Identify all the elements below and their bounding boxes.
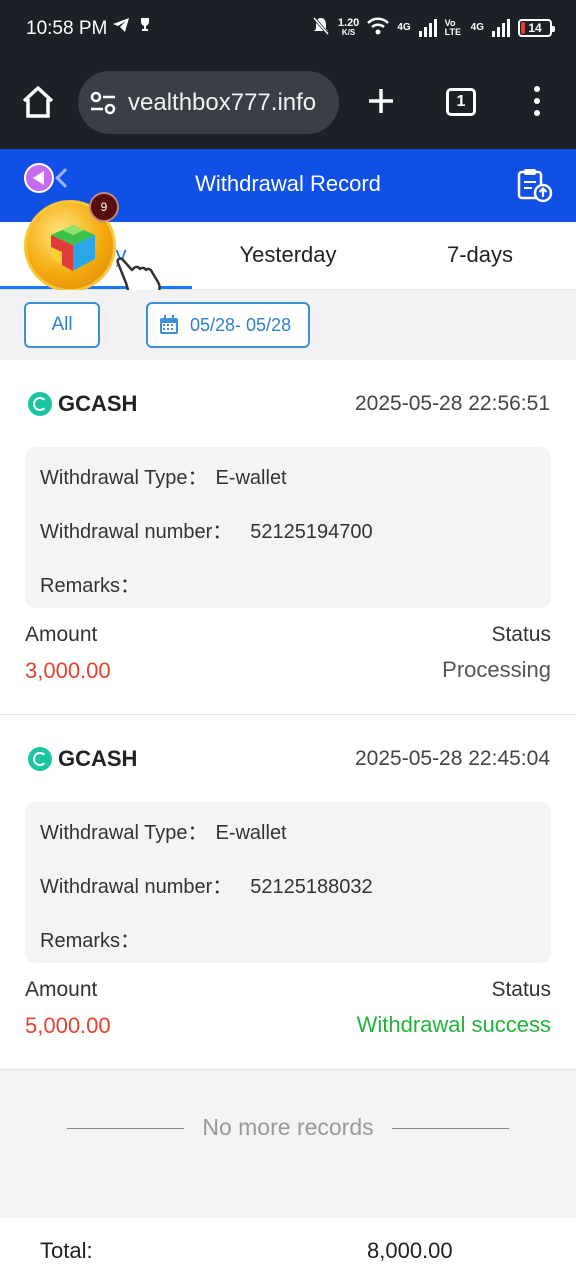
status-value: Processing	[442, 657, 551, 682]
status-label: Status	[491, 978, 551, 1001]
new-tab-button[interactable]	[366, 86, 396, 116]
gcash-icon	[28, 392, 52, 416]
total-bar: Total: 8,000.00	[0, 1218, 576, 1280]
status-bar: 10:58 PM 1.20 K/S 4G Vo LTE 4G 14	[0, 0, 576, 58]
telegram-icon	[112, 17, 130, 38]
url-text: vealthbox777.info	[128, 89, 317, 116]
home-icon	[22, 86, 54, 118]
payment-method: GCASH	[28, 391, 137, 417]
site-settings-icon[interactable]	[90, 91, 116, 115]
withdrawal-number: Withdrawal number： 52125188032	[40, 876, 373, 898]
end-of-list: No more records	[0, 1070, 576, 1218]
withdrawal-type: Withdrawal Type： E-wallet	[40, 467, 287, 489]
filter-bar: All 05/28- 05/28	[0, 290, 576, 360]
list-item[interactable]: GCASH 2025-05-28 22:56:51 Withdrawal Typ…	[0, 360, 576, 715]
battery-icon: 14	[518, 18, 555, 37]
wifi-icon	[367, 17, 390, 38]
amount-value: 3,000.00	[25, 658, 111, 683]
payment-method: GCASH	[28, 746, 137, 772]
signal-icon-2	[492, 18, 510, 37]
signal-icon	[418, 18, 437, 37]
divider	[392, 1128, 509, 1129]
status-value: Withdrawal success	[356, 1012, 551, 1037]
total-value: 8,000.00	[367, 1238, 453, 1263]
trophy-icon	[138, 17, 152, 38]
date-range-button[interactable]: 05/28- 05/28	[146, 302, 310, 348]
notification-badge: 9	[89, 192, 119, 222]
withdrawal-number: Withdrawal number： 52125194700	[40, 521, 373, 543]
record-datetime: 2025-05-28 22:56:51	[355, 392, 550, 415]
page-title: Withdrawal Record	[195, 171, 381, 196]
status-label: Status	[491, 623, 551, 646]
total-label: Total:	[40, 1238, 93, 1263]
amount-label: Amount	[25, 978, 98, 1001]
cube-game-icon	[51, 225, 95, 271]
browser-toolbar: vealthbox777.info 1	[0, 58, 576, 149]
clipboard-upload-icon[interactable]	[516, 167, 554, 203]
gcash-icon	[28, 747, 52, 771]
remarks: Remarks：	[40, 575, 141, 597]
clock: 10:58 PM	[26, 18, 108, 39]
record-datetime: 2025-05-28 22:45:04	[355, 747, 550, 770]
list-item[interactable]: GCASH 2025-05-28 22:45:04 Withdrawal Typ…	[0, 715, 576, 1070]
net-type-1: 4G	[397, 22, 411, 33]
tab-switcher-button[interactable]: 1	[446, 88, 476, 116]
amount-value: 5,000.00	[25, 1013, 111, 1038]
record-details: Withdrawal Type： E-wallet Withdrawal numb…	[25, 802, 551, 963]
withdrawal-type: Withdrawal Type： E-wallet	[40, 822, 287, 844]
net-type-2: 4G	[470, 22, 484, 33]
filter-all-button[interactable]: All	[24, 302, 100, 348]
tab-7-days[interactable]: 7-days	[384, 222, 576, 290]
remarks: Remarks：	[40, 930, 141, 952]
volte-label: Vo LTE	[444, 17, 461, 37]
record-details: Withdrawal Type： E-wallet Withdrawal numb…	[25, 447, 551, 608]
record-list: GCASH 2025-05-28 22:56:51 Withdrawal Typ…	[0, 360, 576, 1070]
home-button[interactable]	[20, 84, 56, 120]
amount-label: Amount	[25, 623, 98, 646]
tab-yesterday[interactable]: Yesterday	[192, 222, 384, 290]
plus-icon	[369, 89, 393, 113]
calendar-icon	[160, 315, 178, 334]
more-menu-icon[interactable]	[533, 86, 541, 116]
mute-bell-icon	[312, 16, 330, 39]
net-speed: 1.20 K/S	[337, 16, 360, 37]
url-bar[interactable]: vealthbox777.info	[78, 71, 339, 134]
